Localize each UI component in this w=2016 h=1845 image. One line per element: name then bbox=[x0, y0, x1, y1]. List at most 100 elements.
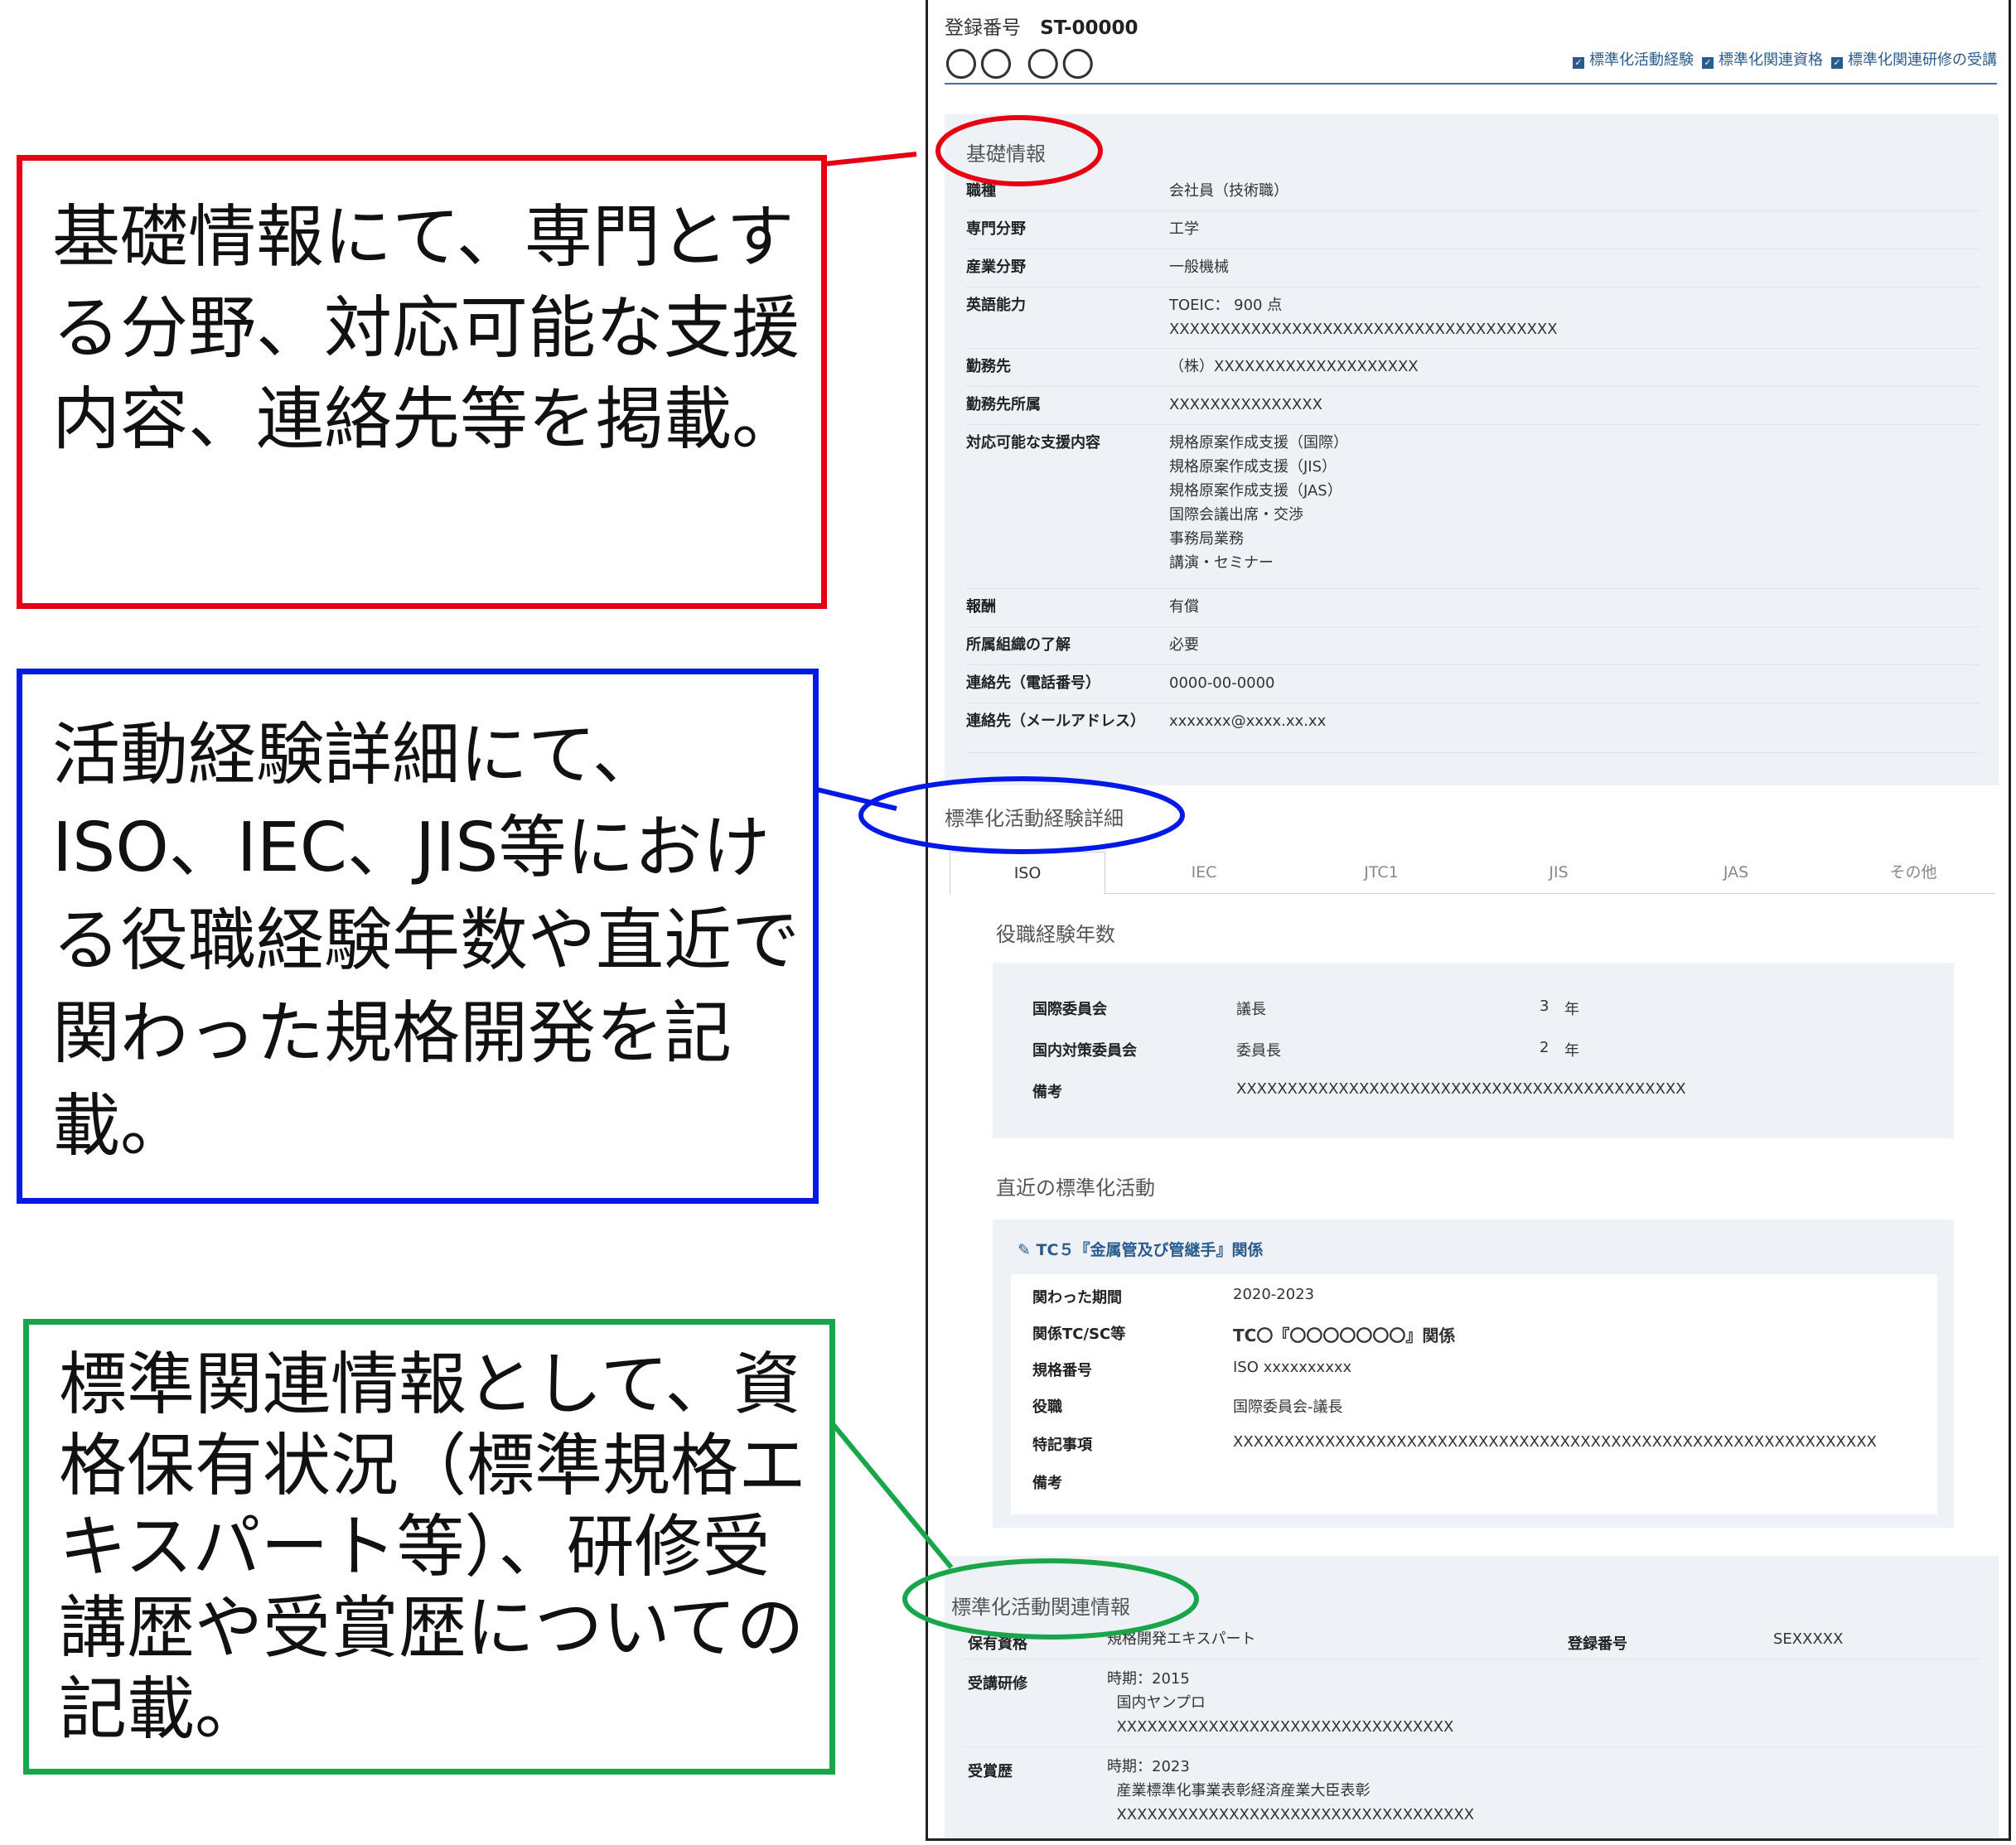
row-divider bbox=[963, 1746, 1980, 1747]
basic-info-value: 規格原案作成支援（国際） 規格原案作成支援（JIS） 規格原案作成支援（JAS）… bbox=[1169, 434, 1348, 572]
basic-info-row: 勤務先 （株）XXXXXXXXXXXXXXXXXXXX bbox=[966, 348, 1980, 387]
checkbox-checked-icon: ✓ bbox=[1702, 57, 1714, 69]
award-label: 受賞歴 bbox=[968, 1763, 1013, 1780]
basic-info-label: 連絡先（メールアドレス） bbox=[966, 712, 1145, 730]
basic-info-label: 報酬 bbox=[966, 598, 996, 616]
activity-detail-title: 標準化活動経験詳細 bbox=[945, 807, 1124, 830]
basic-info-label: 勤務先所属 bbox=[966, 396, 1041, 413]
award-value: 時期：2023 産業標準化事業表彰経済産業大臣表彰 XXXXXXXXXXXXXX… bbox=[1107, 1758, 1475, 1823]
years-count-domestic: 2 bbox=[1540, 1039, 1549, 1056]
recent-activity-heading[interactable]: ✎ TC５『金属管及び管継手』関係 bbox=[1018, 1238, 1263, 1260]
basic-info-label: 所属組織の了解 bbox=[966, 636, 1071, 654]
basic-info-label: 専門分野 bbox=[966, 220, 1026, 238]
basic-info-row: 対応可能な支援内容 規格原案作成支援（国際） 規格原案作成支援（JIS） 規格原案… bbox=[966, 424, 1980, 589]
years-role-intl: 議長 bbox=[1236, 1001, 1266, 1018]
basic-info-row: 英語能力 TOEIC： 900 点 XXXXXXXXXXXXXXXXXXXXXXX… bbox=[966, 287, 1980, 349]
related-info-title: 標準化活動関連情報 bbox=[951, 1596, 1130, 1619]
recent-activity-detail: 関わった期間 2020-2023 関係TC/SC等 TC〇『〇〇〇〇〇〇〇』関係規格番… bbox=[1011, 1274, 1937, 1514]
basic-info-title: 基礎情報 bbox=[966, 142, 1046, 166]
tab-jtc1[interactable]: JTC1 bbox=[1304, 852, 1458, 893]
recent-activity-label: 関わった期間 bbox=[1032, 1289, 1122, 1306]
basic-info-label: 職種 bbox=[966, 182, 996, 200]
training-value: 時期：2015 国内ヤンプロ XXXXXXXXXXXXXXXXXXXXXXXXX… bbox=[1107, 1670, 1454, 1736]
basic-info-label: 対応可能な支援内容 bbox=[966, 434, 1100, 452]
pencil-icon: ✎ bbox=[1018, 1241, 1031, 1259]
registration-header: 登録番号 ST-00000 bbox=[945, 12, 1139, 40]
basic-info-label: 連絡先（電話番号） bbox=[966, 674, 1100, 692]
recent-activity-value: ISO xxxxxxxxxx bbox=[1233, 1359, 1352, 1376]
checkbox-checked-icon: ✓ bbox=[1573, 57, 1584, 69]
basic-info-value: （株）XXXXXXXXXXXXXXXXXXXX bbox=[1169, 358, 1419, 375]
years-note-label: 備考 bbox=[1032, 1084, 1062, 1101]
qualification-label: 保有資格 bbox=[968, 1635, 1027, 1653]
recent-activity-value: TC〇『〇〇〇〇〇〇〇』関係 bbox=[1233, 1326, 1456, 1345]
recent-activity-title: 直近の標準化活動 bbox=[996, 1176, 1155, 1200]
activity-tabs: ISO IEC JTC1 JIS JAS その他 bbox=[950, 852, 1995, 895]
tab-iec[interactable]: IEC bbox=[1127, 852, 1281, 893]
qualification-number: SEXXXXX bbox=[1773, 1630, 1844, 1648]
checkbox-checked-icon: ✓ bbox=[1831, 57, 1843, 69]
callout-activity-detail: 活動経験詳細にて、ISO、IEC、JIS等における役職経験年数や直近で関わった規… bbox=[17, 669, 819, 1204]
tab-iso[interactable]: ISO bbox=[950, 852, 1105, 895]
basic-info-value: 必要 bbox=[1169, 636, 1199, 654]
training-label: 受講研修 bbox=[968, 1675, 1027, 1693]
recent-activity-label: 関係TC/SC等 bbox=[1032, 1326, 1126, 1343]
basic-info-section: 基礎情報 職種 会社員（技術職） 専門分野 工学産業分野 一般機械英語能力 TOEIC： … bbox=[945, 114, 1999, 785]
years-label-domestic: 国内対策委員会 bbox=[1032, 1042, 1137, 1060]
basic-info-row: 職種 会社員（技術職） bbox=[966, 172, 1980, 211]
callout-activity-text: 活動経験詳細にて、ISO、IEC、JIS等における役職経験年数や直近で関わった規… bbox=[52, 716, 800, 1166]
callout-related-info: 標準関連情報として、資格保有状況（標準規格エキスパート等）、研修受講歴や受賞歴に… bbox=[23, 1319, 835, 1775]
callout-basic-text: 基礎情報にて、専門とする分野、対応可能な支援内容、連絡先等を掲載。 bbox=[52, 198, 800, 459]
basic-info-row: 連絡先（メールアドレス） xxxxxxx@xxxx.xx.xx bbox=[966, 703, 1980, 753]
role-years-title: 役職経験年数 bbox=[996, 923, 1115, 946]
recent-activity-label: 規格番号 bbox=[1032, 1362, 1092, 1379]
basic-info-label: 勤務先 bbox=[966, 358, 1011, 375]
header-divider bbox=[945, 83, 1997, 85]
recent-activity-label: 備考 bbox=[1032, 1475, 1062, 1492]
basic-info-value: TOEIC： 900 点 XXXXXXXXXXXXXXXXXXXXXXXXXXX… bbox=[1169, 297, 1558, 338]
basic-info-row: 連絡先（電話番号） 0000-00-0000 bbox=[966, 664, 1980, 703]
recent-activity-label: 役職 bbox=[1032, 1398, 1062, 1416]
basic-info-row: 産業分野 一般機械 bbox=[966, 249, 1980, 287]
person-name: 〇〇 〇〇 bbox=[945, 46, 1096, 85]
recent-activity-value: 国際委員会-議長 bbox=[1233, 1398, 1343, 1416]
years-note: XXXXXXXXXXXXXXXXXXXXXXXXXXXXXXXXXXXXXXXX… bbox=[1236, 1080, 1686, 1098]
basic-info-row: 報酬 有償 bbox=[966, 588, 1980, 627]
red-connector bbox=[823, 152, 917, 167]
basic-info-row: 所属組織の了解 必要 bbox=[966, 626, 1980, 665]
tab-jas[interactable]: JAS bbox=[1659, 852, 1813, 893]
profile-panel: 登録番号 ST-00000 〇〇 〇〇 ✓ 標準化活動経験 ✓ 標準化関連資格 ✓ 標… bbox=[926, 0, 2011, 1841]
recent-activity-label: 特記事項 bbox=[1032, 1437, 1092, 1454]
recent-activity-box: ✎ TC５『金属管及び管継手』関係 関わった期間 2020-2023 関係TC/SC… bbox=[993, 1220, 1954, 1528]
basic-info-value: 会社員（技術職） bbox=[1169, 182, 1288, 200]
basic-info-row: 勤務先所属 XXXXXXXXXXXXXXX bbox=[966, 386, 1980, 425]
basic-info-row: 専門分野 工学 bbox=[966, 210, 1980, 249]
callout-related-text: 標準関連情報として、資格保有状況（標準規格エキスパート等）、研修受講歴や受賞歴に… bbox=[59, 1345, 807, 1749]
registration-label: 登録番号 bbox=[945, 17, 1021, 39]
basic-info-value: 一般機械 bbox=[1169, 258, 1229, 276]
qualification-number-label: 登録番号 bbox=[1568, 1635, 1627, 1653]
blue-connector bbox=[816, 787, 897, 811]
basic-info-label: 英語能力 bbox=[966, 297, 1026, 314]
basic-info-value: 0000-00-0000 bbox=[1169, 674, 1275, 692]
check-qualification: ✓ 標準化関連資格 bbox=[1702, 48, 1823, 70]
qualification-value: 規格開発エキスパート bbox=[1107, 1630, 1256, 1648]
registration-id: ST-00000 bbox=[1040, 17, 1139, 39]
related-info-section: 標準化活動関連情報 保有資格 規格開発エキスパート 登録番号 SEXXXXX 受… bbox=[945, 1556, 1999, 1838]
years-role-domestic: 委員長 bbox=[1236, 1042, 1281, 1060]
callout-basic-info: 基礎情報にて、専門とする分野、対応可能な支援内容、連絡先等を掲載。 bbox=[17, 155, 827, 609]
basic-info-value: XXXXXXXXXXXXXXX bbox=[1169, 396, 1322, 413]
check-training: ✓ 標準化関連研修の受講 bbox=[1831, 48, 1997, 70]
years-label-intl: 国際委員会 bbox=[1032, 1001, 1107, 1018]
basic-info-value: 有償 bbox=[1169, 598, 1199, 616]
tab-jis[interactable]: JIS bbox=[1482, 852, 1636, 893]
tab-other[interactable]: その他 bbox=[1836, 852, 1990, 893]
recent-activity-value: 2020-2023 bbox=[1233, 1286, 1315, 1303]
recent-activity-value: XXXXXXXXXXXXXXXXXXXXXXXXXXXXXXXXXXXXXXXX… bbox=[1233, 1433, 1877, 1451]
basic-info-value: xxxxxxx@xxxx.xx.xx bbox=[1169, 712, 1327, 730]
role-years-box: 国際委員会 議長 3 年 国内対策委員会 委員長 2 年 備考 XXXXXXXX… bbox=[993, 963, 1954, 1138]
basic-info-label: 産業分野 bbox=[966, 258, 1026, 276]
qualification-checks: ✓ 標準化活動経験 ✓ 標準化関連資格 ✓ 標準化関連研修の受講 bbox=[1573, 48, 1997, 70]
basic-info-value: 工学 bbox=[1169, 220, 1199, 238]
years-unit-intl: 年 bbox=[1564, 1001, 1579, 1018]
